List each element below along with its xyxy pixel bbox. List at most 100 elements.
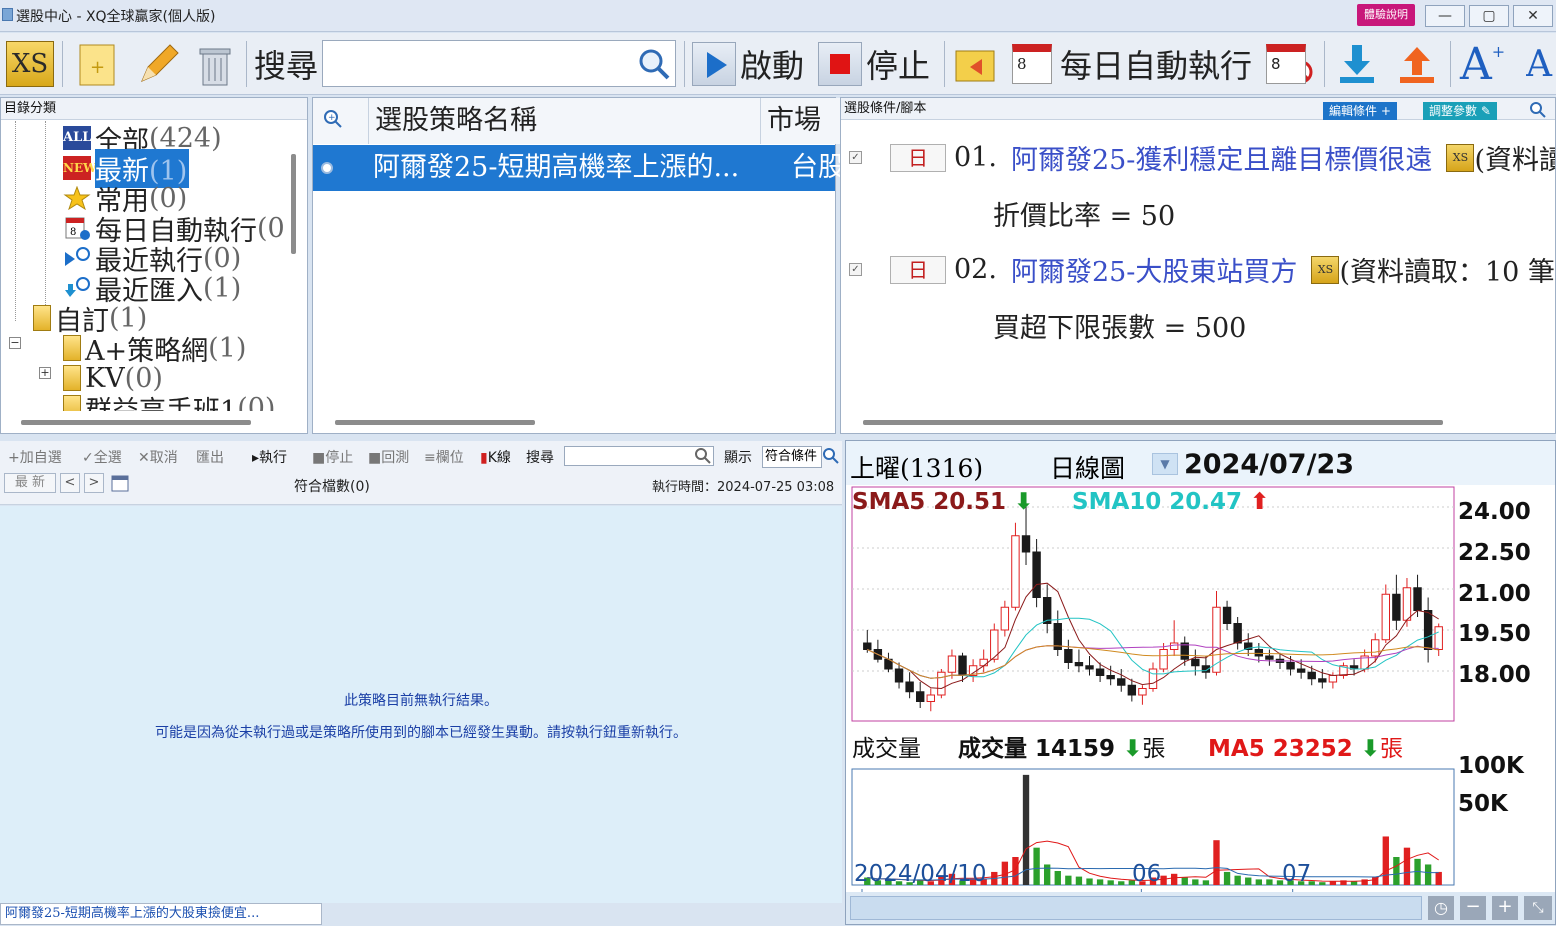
daily-run-button[interactable]: 8 每日自動執行 — [1012, 39, 1252, 89]
main-toolbar: XS + 搜尋 啟動 停止 8 每日自動執行 8 A + A — [0, 33, 1556, 95]
zoom-icon[interactable] — [1529, 101, 1547, 119]
columns-label: 欄位 — [435, 450, 464, 466]
import-button[interactable] — [952, 39, 998, 89]
stop-icon — [818, 42, 862, 86]
zoom-column[interactable]: + — [313, 98, 369, 144]
candle-body — [1148, 668, 1158, 689]
backtest-button[interactable]: ■回測 — [368, 447, 409, 467]
new-strategy-button[interactable]: + — [76, 39, 120, 89]
period-badge[interactable]: 日 — [890, 143, 946, 172]
collapse-toggle[interactable]: − — [9, 337, 21, 349]
condition-suffix: (資料讀 — [1474, 145, 1555, 176]
candle-body — [1085, 665, 1094, 670]
chart-header: 上曜(1316) 日線圖 ▼ 2024/07/23 — [846, 441, 1555, 485]
clock-icon[interactable]: ◷ — [1428, 896, 1454, 920]
cancel-button[interactable]: ✕取消 — [138, 447, 178, 467]
search-icon[interactable] — [637, 47, 671, 81]
period-badge[interactable]: 日 — [890, 255, 946, 284]
condition-param-1[interactable]: 折價比率 = 50 — [993, 194, 1175, 233]
catalog-scrollbar-v[interactable] — [291, 154, 296, 254]
catalog-panel: 目錄分類 ALL 全部 (424) NEW 最新(1) 常用 (0) 8 每日自動執… — [0, 97, 308, 434]
font-decrease-button[interactable]: A — [1526, 39, 1556, 89]
volume-bar — [1086, 878, 1093, 885]
edit-conditions-button[interactable]: 編輯條件 + — [1323, 102, 1397, 120]
calendar-icon[interactable] — [110, 473, 130, 493]
maximize-button[interactable]: ▢ — [1469, 5, 1509, 27]
search-icon[interactable] — [695, 448, 711, 464]
adjust-params-button[interactable]: 調整參數 ✎ — [1423, 102, 1497, 120]
edit-conditions-label: 編輯條件 — [1329, 104, 1378, 118]
strategy-scrollbar-h[interactable] — [335, 420, 535, 425]
upload-button[interactable] — [1394, 39, 1440, 89]
search-input[interactable] — [322, 40, 676, 87]
volume-unit: 張 — [1142, 736, 1166, 762]
edit-strategy-button[interactable] — [134, 39, 180, 89]
candle-body — [1381, 593, 1391, 641]
arrow-down-icon: ⬇ — [1360, 736, 1381, 762]
add-watchlist-button[interactable]: +加自選 — [8, 447, 62, 467]
help-button[interactable]: 體驗說明 — [1357, 4, 1415, 26]
arrow-down-icon: ⬇ — [1014, 489, 1034, 515]
sma10-label: SMA10 20.47 ⬆ — [1072, 489, 1269, 515]
minimize-button[interactable]: — — [1425, 5, 1465, 27]
stop-run-button[interactable]: ■停止 — [312, 447, 353, 467]
font-increase-button[interactable]: A + — [1460, 39, 1505, 90]
chart-symbol[interactable]: 上曜(1316) — [850, 449, 983, 485]
reset-view-icon[interactable]: ⤡ — [1524, 896, 1552, 920]
execute-button[interactable]: ▸執行 — [252, 447, 287, 467]
stop-button[interactable]: 停止 — [818, 39, 930, 89]
results-search-input[interactable] — [564, 446, 714, 466]
strategy-row[interactable]: 阿爾發25-短期高機率上漲的... 台股 — [313, 145, 845, 191]
export-button[interactable]: 匯出 — [196, 447, 224, 467]
column-header-name[interactable]: 選股策略名稱 — [369, 98, 761, 144]
expand-toggle[interactable]: + — [39, 367, 51, 379]
volume-bar — [1393, 857, 1400, 885]
candle-body — [1000, 606, 1010, 631]
display-select[interactable]: 符合條件 — [762, 446, 822, 468]
candle-body — [979, 658, 988, 667]
conditions-scrollbar-h[interactable] — [863, 420, 1443, 425]
columns-button[interactable]: ≡欄位 — [424, 447, 464, 467]
latest-button[interactable]: 最 新 — [4, 473, 56, 493]
condition-param-2[interactable]: 買超下限張數 = 500 — [993, 306, 1246, 345]
catalog-tree: ALL 全部 (424) NEW 最新(1) 常用 (0) 8 每日自動執行 (0 最… — [1, 121, 307, 411]
strategy-tab[interactable]: 阿爾發25-短期高機率上漲的大股東撿便宜... — [0, 903, 322, 925]
chart-scrollbar[interactable] — [850, 896, 1422, 920]
prev-button[interactable]: < — [60, 473, 80, 493]
catalog-item-count: (1) — [208, 332, 247, 364]
catalog-scrollbar-h[interactable] — [21, 420, 251, 425]
column-header-market[interactable]: 市場 — [761, 98, 841, 144]
candle-body — [1423, 610, 1433, 650]
kline-button[interactable]: ▮K線 — [480, 447, 511, 467]
select-all-button[interactable]: ✓全選 — [82, 447, 122, 467]
catalog-item-group[interactable]: 群益高手班1 (0) — [63, 393, 275, 411]
chart-period[interactable]: 日線圖 — [1050, 449, 1125, 485]
volume-bar — [1266, 879, 1273, 885]
volume-bar — [1202, 880, 1210, 885]
condition-checkbox[interactable]: ✓ — [849, 263, 862, 276]
zoom-out-icon[interactable]: − — [1460, 896, 1486, 920]
condition-checkbox[interactable]: ✓ — [849, 151, 862, 164]
xs-script-icon[interactable]: XS — [1446, 143, 1475, 172]
delete-strategy-button[interactable] — [194, 39, 238, 89]
xs-script-button[interactable]: XS — [6, 41, 54, 87]
zoom-icon[interactable] — [822, 447, 840, 465]
volume-bar — [1118, 881, 1125, 885]
condition-name-link[interactable]: 阿爾發25-獲利穩定且離目標價很遠 — [1011, 138, 1432, 177]
new-icon: NEW — [63, 156, 97, 180]
catalog-item-aplus[interactable]: A+策略網 (1) — [63, 332, 247, 367]
recent-import-icon — [65, 277, 90, 297]
new-file-icon: + — [79, 44, 115, 86]
pencil-icon — [141, 44, 179, 82]
next-button[interactable]: > — [84, 473, 104, 493]
download-button[interactable] — [1334, 39, 1380, 89]
chart-canvas[interactable] — [846, 485, 1555, 926]
zoom-in-icon[interactable]: + — [1492, 896, 1518, 920]
period-dropdown-icon[interactable]: ▼ — [1152, 453, 1178, 475]
candle-body — [1021, 535, 1031, 553]
xs-script-icon[interactable]: XS — [1311, 255, 1340, 284]
close-button[interactable]: ✕ — [1513, 5, 1553, 27]
condition-name-link[interactable]: 阿爾發25-大股東站買方 — [1011, 250, 1297, 289]
start-button[interactable]: 啟動 — [692, 39, 804, 89]
cancel-daily-run-button[interactable]: 8 — [1266, 39, 1314, 89]
